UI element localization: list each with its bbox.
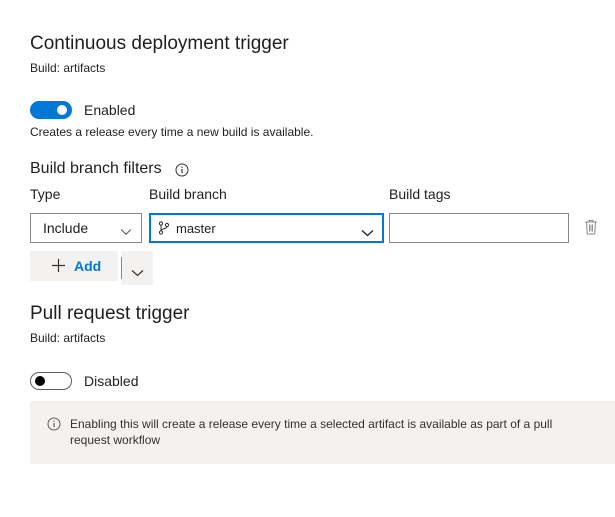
add-options-button[interactable] xyxy=(121,251,153,285)
branch-filters-title: Build branch filters xyxy=(30,160,162,177)
build-branch-dropdown[interactable]: master xyxy=(149,213,384,243)
cd-trigger-title: Continuous deployment trigger xyxy=(30,33,289,54)
pr-info-text-line1: Enabling this will create a release ever… xyxy=(70,417,553,431)
toggle-knob xyxy=(57,105,67,115)
cd-description: Creates a release every time a new build… xyxy=(30,125,314,139)
branch-icon xyxy=(158,221,170,240)
type-dropdown[interactable]: Include xyxy=(30,213,142,243)
column-type: Type xyxy=(30,186,61,202)
chevron-down-icon xyxy=(131,264,144,282)
pr-toggle-label: Disabled xyxy=(84,373,139,389)
pr-trigger-title: Pull request trigger xyxy=(30,303,190,324)
build-tags-input[interactable] xyxy=(389,213,569,243)
cd-toggle-label: Enabled xyxy=(84,102,136,118)
type-dropdown-value: Include xyxy=(43,220,89,236)
column-build-tags: Build tags xyxy=(389,186,451,202)
info-icon xyxy=(47,417,61,436)
pr-info-text: Enabling this will create a release ever… xyxy=(70,416,610,448)
pr-disabled-toggle[interactable] xyxy=(30,372,72,390)
build-branch-value: master xyxy=(176,221,216,236)
add-button[interactable]: Add xyxy=(30,251,118,281)
plus-icon xyxy=(51,258,66,278)
add-button-label: Add xyxy=(74,258,102,274)
chevron-down-icon xyxy=(120,223,132,241)
chevron-down-icon xyxy=(361,224,374,242)
split-divider xyxy=(121,257,122,279)
pr-info-text-line2: request workflow xyxy=(70,433,161,447)
toggle-knob xyxy=(35,376,45,386)
pr-info-message: Enabling this will create a release ever… xyxy=(30,401,615,464)
cd-enabled-toggle[interactable] xyxy=(30,101,72,119)
trash-icon[interactable] xyxy=(584,219,598,240)
info-icon[interactable] xyxy=(175,163,189,177)
pr-trigger-subtitle: Build: artifacts xyxy=(30,331,106,345)
column-build-branch: Build branch xyxy=(149,186,227,202)
cd-trigger-subtitle: Build: artifacts xyxy=(30,61,106,75)
